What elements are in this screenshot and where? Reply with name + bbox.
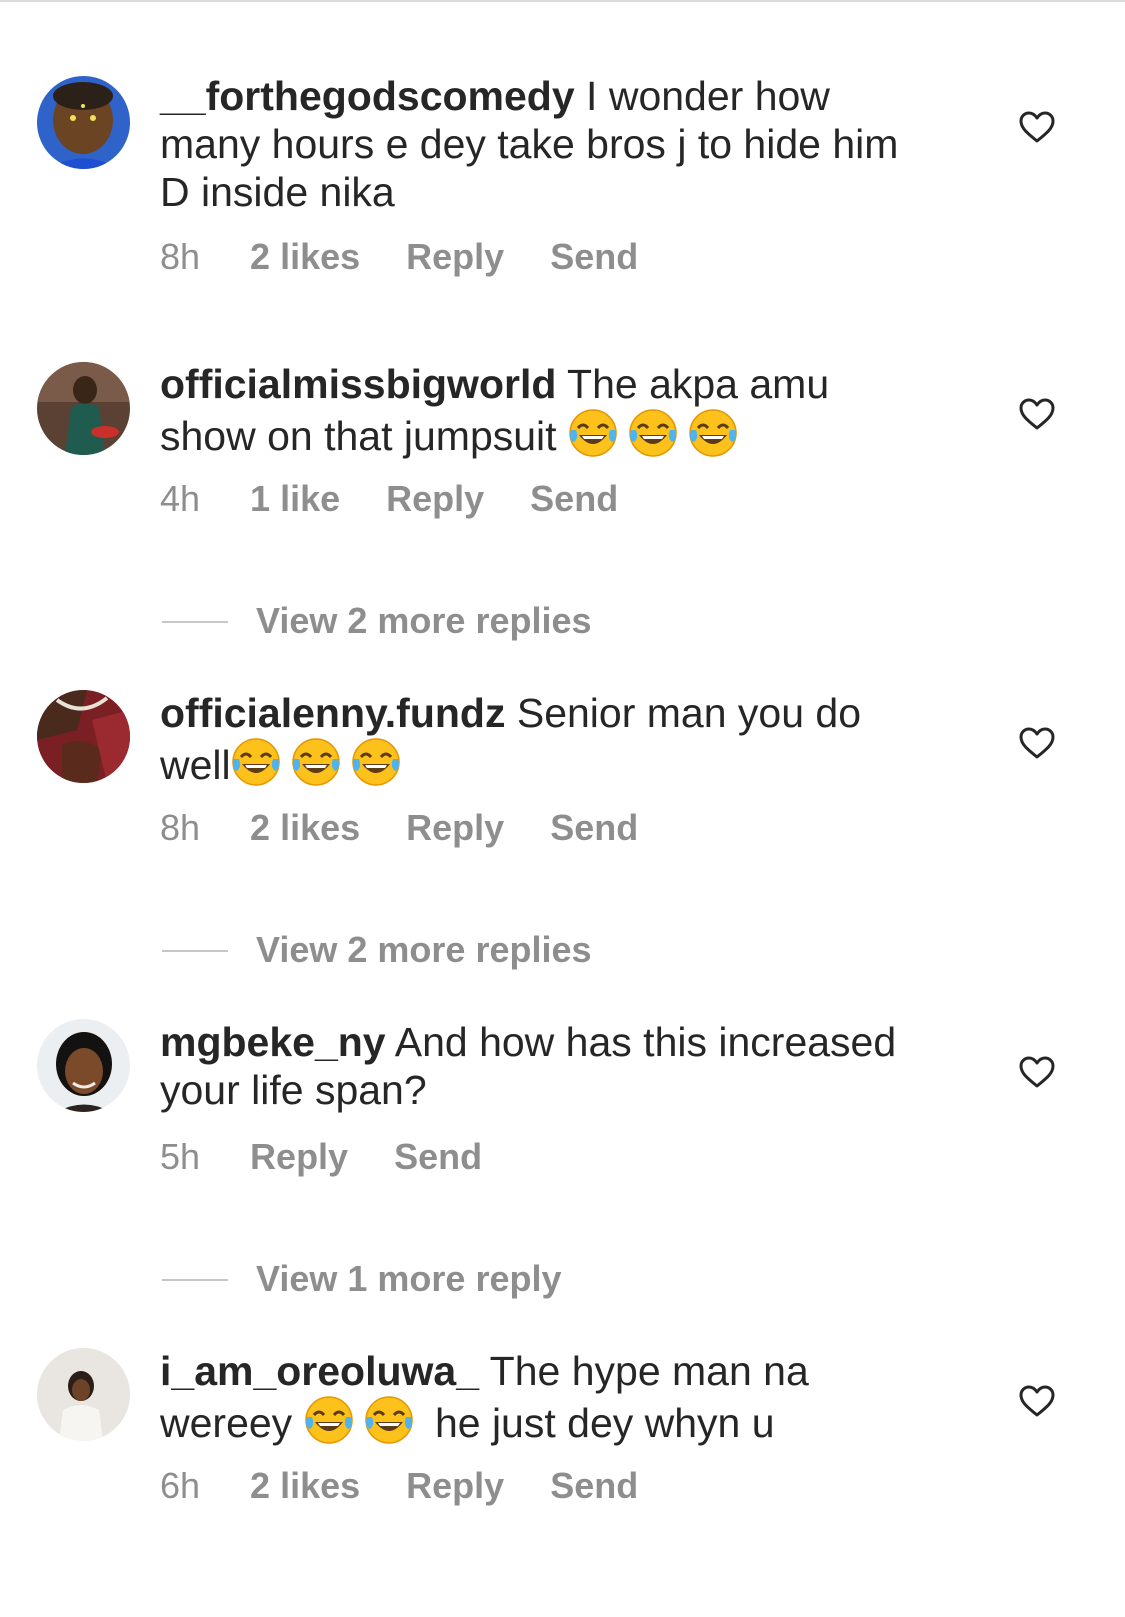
comment-text: i_am_oreoluwa_ The hype man na wereey he… xyxy=(160,1347,950,1447)
avatar[interactable] xyxy=(37,690,130,783)
comment-body: many hours e dey take bros j to hide him xyxy=(160,121,899,167)
comment-body: wereey xyxy=(160,1400,304,1446)
comment-body: your life span? xyxy=(160,1067,427,1113)
heart-outline-icon[interactable] xyxy=(1018,1055,1056,1089)
send-button[interactable]: Send xyxy=(530,478,618,519)
view-more-replies-button[interactable]: View 2 more replies xyxy=(162,596,762,646)
comment-body: Senior man you do xyxy=(505,690,862,736)
view-replies-label: View 1 more reply xyxy=(256,1258,562,1299)
view-more-replies-button[interactable]: View 1 more reply xyxy=(162,1254,762,1304)
likes-count[interactable]: 2 likes xyxy=(250,1465,360,1506)
avatar[interactable] xyxy=(37,362,130,455)
comment-body: show on that jumpsuit xyxy=(160,413,568,459)
comment-text: officialmissbigworld The akpa amu show o… xyxy=(160,360,950,460)
face-with-tears-of-joy-icon xyxy=(568,408,622,458)
likes-count[interactable]: 2 likes xyxy=(250,236,360,277)
comment-body: I wonder how xyxy=(574,73,830,119)
comment-meta: 8h 2 likes Reply Send xyxy=(160,236,684,278)
reply-button[interactable]: Reply xyxy=(386,478,484,519)
face-with-tears-of-joy-icon xyxy=(628,408,682,458)
likes-count[interactable]: 2 likes xyxy=(250,807,360,848)
face-with-tears-of-joy-icon xyxy=(231,737,285,787)
face-with-tears-of-joy-icon xyxy=(688,408,742,458)
view-replies-label: View 2 more replies xyxy=(256,600,592,641)
comment-time: 6h xyxy=(160,1465,201,1506)
comment-time: 8h xyxy=(160,807,201,848)
send-button[interactable]: Send xyxy=(550,236,638,277)
view-more-replies-button[interactable]: View 2 more replies xyxy=(162,925,762,975)
reply-button[interactable]: Reply xyxy=(406,807,504,848)
comment-username[interactable]: officialmissbigworld xyxy=(160,361,556,407)
comment-meta: 6h 2 likes Reply Send xyxy=(160,1465,684,1507)
face-with-tears-of-joy-icon xyxy=(351,737,405,787)
view-replies-label: View 2 more replies xyxy=(256,929,592,970)
comment-body: And how has this increased xyxy=(385,1019,897,1065)
avatar[interactable] xyxy=(37,1019,130,1112)
comment-body: The hype man na xyxy=(479,1348,809,1394)
comment-body: The akpa amu xyxy=(556,361,830,407)
avatar[interactable] xyxy=(37,1348,130,1441)
comment-meta: 8h 2 likes Reply Send xyxy=(160,807,684,849)
replies-divider xyxy=(162,1279,228,1281)
comment-time: 5h xyxy=(160,1136,201,1177)
face-with-tears-of-joy-icon xyxy=(304,1395,358,1445)
comment-meta: 4h 1 like Reply Send xyxy=(160,478,664,520)
comment-username[interactable]: i_am_oreoluwa_ xyxy=(160,1348,479,1394)
comment-text: officialenny.fundz Senior man you do wel… xyxy=(160,689,950,789)
reply-button[interactable]: Reply xyxy=(250,1136,348,1177)
comment-text: mgbeke_ny And how has this increased you… xyxy=(160,1018,950,1114)
replies-divider xyxy=(162,950,228,952)
comment-username[interactable]: officialenny.fundz xyxy=(160,690,505,736)
comment-text: __forthegodscomedy I wonder how many hou… xyxy=(160,72,950,216)
comment-meta: 5h Reply Send xyxy=(160,1136,528,1178)
reply-button[interactable]: Reply xyxy=(406,236,504,277)
comment-username[interactable]: __forthegodscomedy xyxy=(160,73,575,119)
comment-body: he just dey whyn u xyxy=(423,1400,775,1446)
heart-outline-icon[interactable] xyxy=(1018,1384,1056,1418)
heart-outline-icon[interactable] xyxy=(1018,726,1056,760)
comment-username[interactable]: mgbeke_ny xyxy=(160,1019,386,1065)
comment-body: well xyxy=(160,742,231,788)
face-with-tears-of-joy-icon xyxy=(364,1395,418,1445)
send-button[interactable]: Send xyxy=(550,1465,638,1506)
reply-button[interactable]: Reply xyxy=(406,1465,504,1506)
comment-time: 4h xyxy=(160,478,201,519)
comment-time: 8h xyxy=(160,236,201,277)
avatar[interactable] xyxy=(37,76,130,169)
comment-body: D inside nika xyxy=(160,169,395,215)
replies-divider xyxy=(162,621,228,623)
send-button[interactable]: Send xyxy=(394,1136,482,1177)
send-button[interactable]: Send xyxy=(550,807,638,848)
heart-outline-icon[interactable] xyxy=(1018,397,1056,431)
heart-outline-icon[interactable] xyxy=(1018,110,1056,144)
face-with-tears-of-joy-icon xyxy=(291,737,345,787)
top-divider xyxy=(0,0,1125,2)
likes-count[interactable]: 1 like xyxy=(250,478,340,519)
